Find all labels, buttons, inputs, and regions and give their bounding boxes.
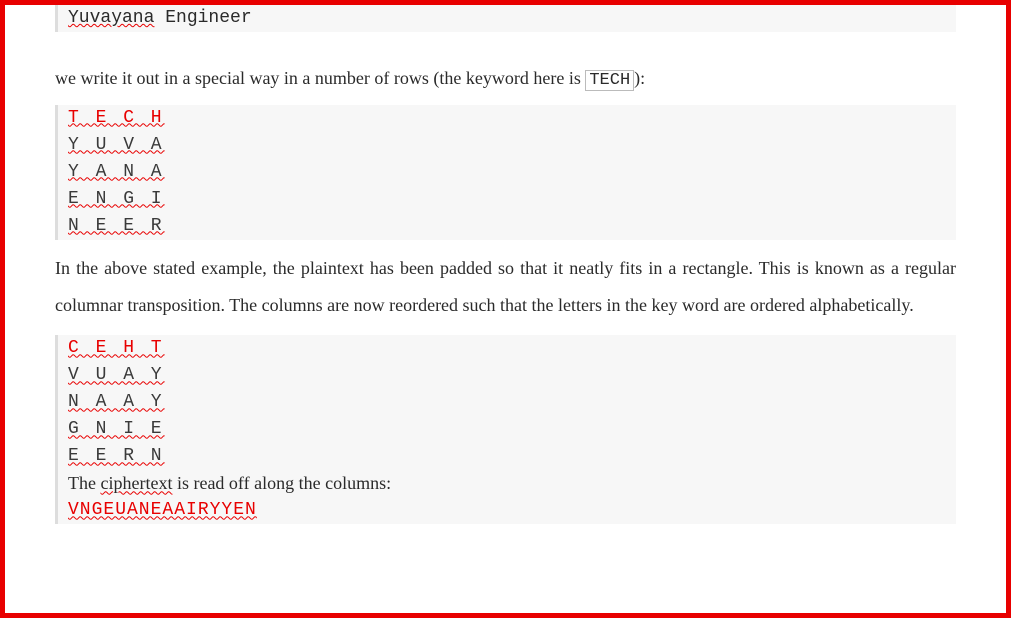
table-row: N E E R: [68, 213, 946, 240]
table-row: E N G I: [68, 186, 946, 213]
table-row: T E C H: [68, 105, 946, 132]
cipher-label-after: is read off along the columns:: [172, 473, 391, 493]
table-row: V U A Y: [68, 362, 946, 389]
table-row: N A A Y: [68, 389, 946, 416]
explanation-paragraph: In the above stated example, the plainte…: [55, 250, 956, 326]
plaintext-word-wavy: Yuvayana: [68, 8, 154, 28]
table-row: C E H T: [68, 335, 946, 362]
document-content: Yuvayana Engineer we write it out in a s…: [5, 5, 1006, 524]
intro-text-after: ):: [634, 68, 645, 88]
plaintext-line: Yuvayana Engineer: [68, 5, 946, 32]
intro-paragraph: we write it out in a special way in a nu…: [55, 60, 956, 99]
plaintext-word-suffix: Engineer: [154, 8, 251, 28]
code-block-table-original: T E C HY U V AY A N AE N G IN E E R: [55, 105, 956, 240]
keyword-box: TECH: [585, 70, 634, 91]
table-row: Y A N A: [68, 159, 946, 186]
cipher-label: The ciphertext is read off along the col…: [68, 470, 946, 497]
table-row: E E R N: [68, 443, 946, 470]
cipher-label-before: The: [68, 473, 100, 493]
cipher-label-wavy: ciphertext: [100, 473, 172, 493]
code-block-plaintext: Yuvayana Engineer: [55, 5, 956, 32]
table-row: Y U V A: [68, 132, 946, 159]
cipher-output: VNGEUANEAAIRYYEN: [68, 497, 946, 524]
document-frame: Yuvayana Engineer we write it out in a s…: [0, 0, 1011, 618]
intro-text-before: we write it out in a special way in a nu…: [55, 68, 585, 88]
table-row: G N I E: [68, 416, 946, 443]
code-block-table-reordered: C E H TV U A YN A A YG N I EE E R NThe c…: [55, 335, 956, 524]
